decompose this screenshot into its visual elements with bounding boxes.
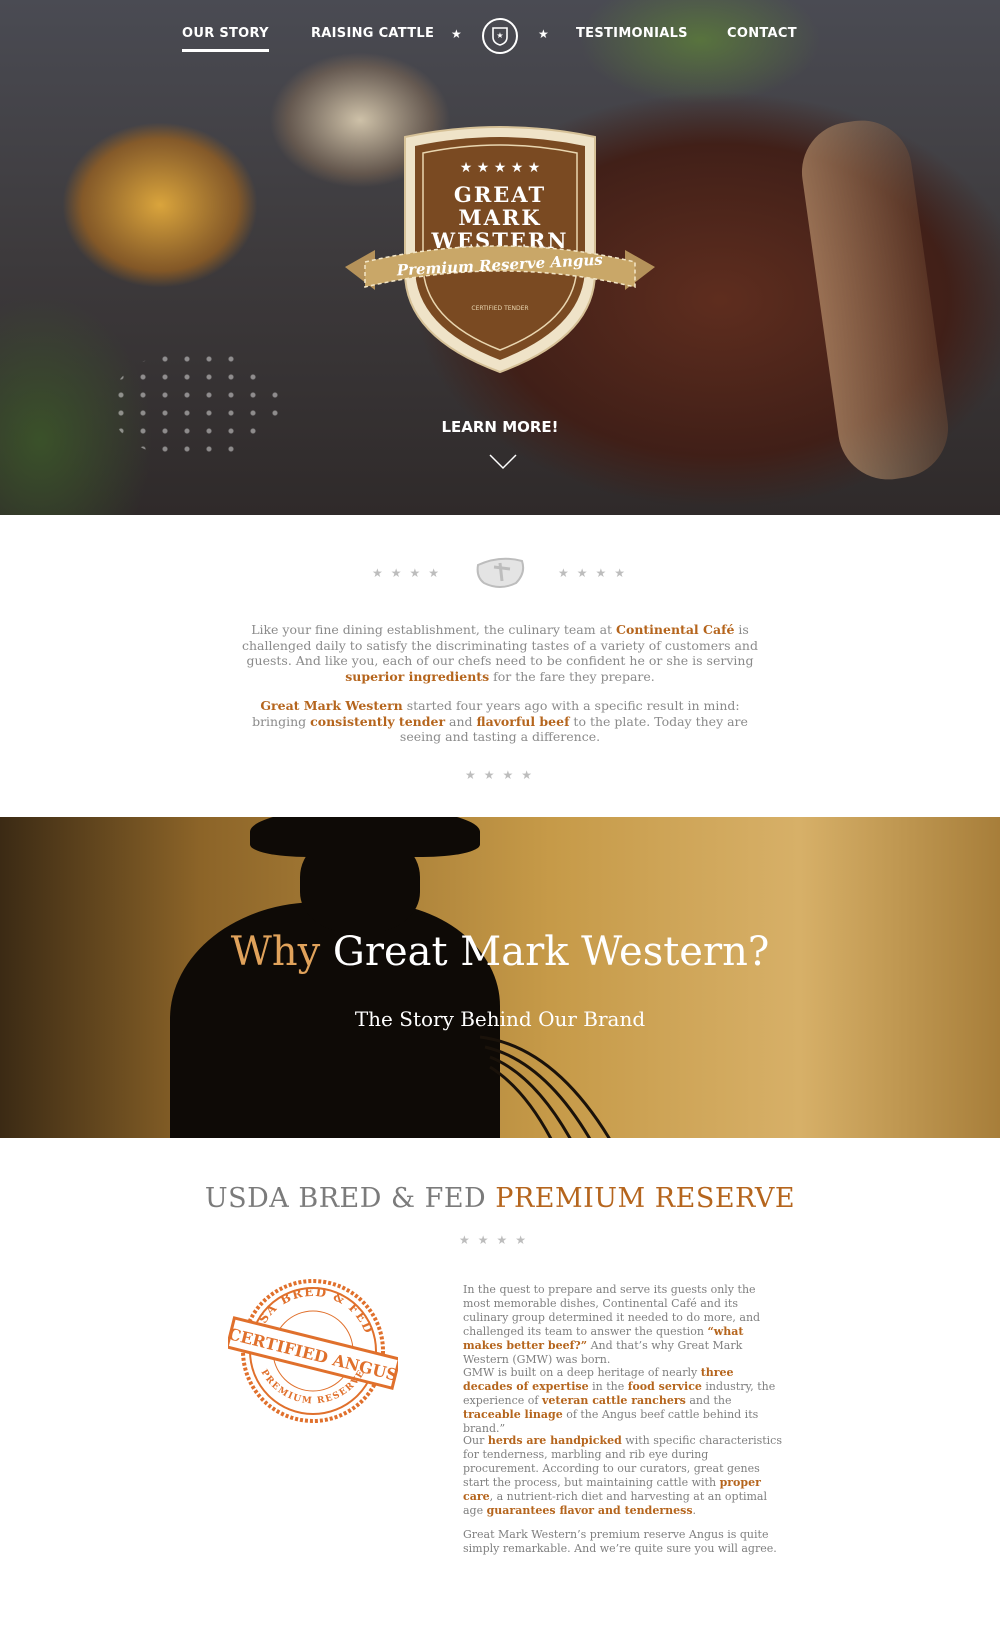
usda-paragraph-2: GMW is built on a deep heritage of nearl… [463,1366,783,1436]
highlighted-text: traceable linage [463,1408,563,1421]
highlighted-text: superior ingredients [345,668,490,684]
badge-small-text: CERTIFIED TENDER [471,305,528,312]
intro-paragraph-2: Great Mark Western started four years ag… [240,698,760,745]
star-icon: ★ [451,27,462,41]
body-text: Like your fine dining establishment, the… [251,622,617,637]
why-banner: Why Great Mark Western? The Story Behind… [0,817,1000,1138]
brand-badge-logo: ★ ★ ★ ★ ★ GREAT MARK WESTERN Premium Res… [345,126,655,374]
stars-divider-usda-icon: ★★★★ [459,1233,535,1247]
stars-divider-right-icon: ★★★★ [558,566,634,580]
nav-raising-cattle[interactable]: RAISING CATTLE [311,26,434,49]
intro-paragraph-1: Like your fine dining establishment, the… [240,622,760,684]
star-icon: ★ [538,27,549,41]
why-title: Why Great Mark Western? [0,929,1000,975]
main-nav: OUR STORY RAISING CATTLE ★ ★ ★ TESTIMONI… [0,18,1000,72]
highlighted-text: consistently tender [310,713,446,729]
cowboy-hat-silhouette [250,817,480,857]
highlighted-text: flavorful beef [476,713,570,729]
usda-title: USDA BRED & FED PREMIUM RESERVE [0,1183,1000,1214]
learn-more-link[interactable]: LEARN MORE! [0,418,1000,436]
star-icon: ★ ★ ★ ★ ★ [460,160,541,176]
why-title-accent: Why [230,929,321,975]
hero-section: OUR STORY RAISING CATTLE ★ ★ ★ TESTIMONI… [0,0,1000,515]
salt-crystals-decoration [110,350,280,460]
usda-paragraph-1: In the quest to prepare and serve its gu… [463,1283,783,1367]
body-text: and the [685,1394,732,1407]
highlighted-text: veteran cattle ranchers [542,1394,686,1407]
body-text: GMW is built on a deep heritage of nearl… [463,1366,701,1379]
usda-paragraph-3: Our herds are handpicked with specific c… [463,1434,783,1518]
highlighted-text: guarantees flavor and tenderness [486,1504,693,1517]
stars-divider-bottom-icon: ★★★★ [465,768,541,782]
nav-our-story[interactable]: OUR STORY [182,26,269,52]
body-text: for the fare they prepare. [489,668,655,684]
certified-angus-stamp: USA BRED & FED CERTIFIED ANGUS PREMIUM R… [228,1279,398,1423]
steak-icon [476,557,525,588]
usda-title-accent: PREMIUM RESERVE [495,1183,796,1214]
intro-section: ★★★★ ★★★★ Like your fine dining establis… [0,515,1000,817]
body-text: Our [463,1434,488,1447]
highlighted-text: Continental Café [616,622,735,637]
svg-text:★: ★ [496,31,503,40]
usda-title-plain: USDA BRED & FED [204,1183,487,1214]
logo-emblem-icon[interactable]: ★ [482,18,518,54]
highlighted-text: food service [627,1380,702,1393]
body-text: and [445,713,477,729]
body-text: . [692,1504,697,1517]
nav-testimonials[interactable]: TESTIMONIALS [576,26,688,49]
stars-divider-left-icon: ★★★★ [372,566,448,580]
highlighted-text: Great Mark Western [260,698,403,713]
nav-contact[interactable]: CONTACT [727,26,797,49]
badge-line1: GREAT [454,182,546,207]
highlighted-text: herds are handpicked [487,1434,622,1447]
why-title-rest: Great Mark Western? [332,929,770,975]
badge-line2: MARK [458,205,541,230]
body-text: in the [588,1380,628,1393]
usda-paragraph-4: Great Mark Western’s premium reserve Ang… [463,1528,783,1556]
body-text: Great Mark Western’s premium reserve Ang… [463,1528,777,1555]
why-subtitle: The Story Behind Our Brand [354,1007,646,1031]
chevron-down-icon[interactable] [488,452,518,472]
usda-section: USDA BRED & FED PREMIUM RESERVE ★★★★ USA… [0,1138,1000,1645]
lasso-rope-decoration [479,1035,611,1138]
